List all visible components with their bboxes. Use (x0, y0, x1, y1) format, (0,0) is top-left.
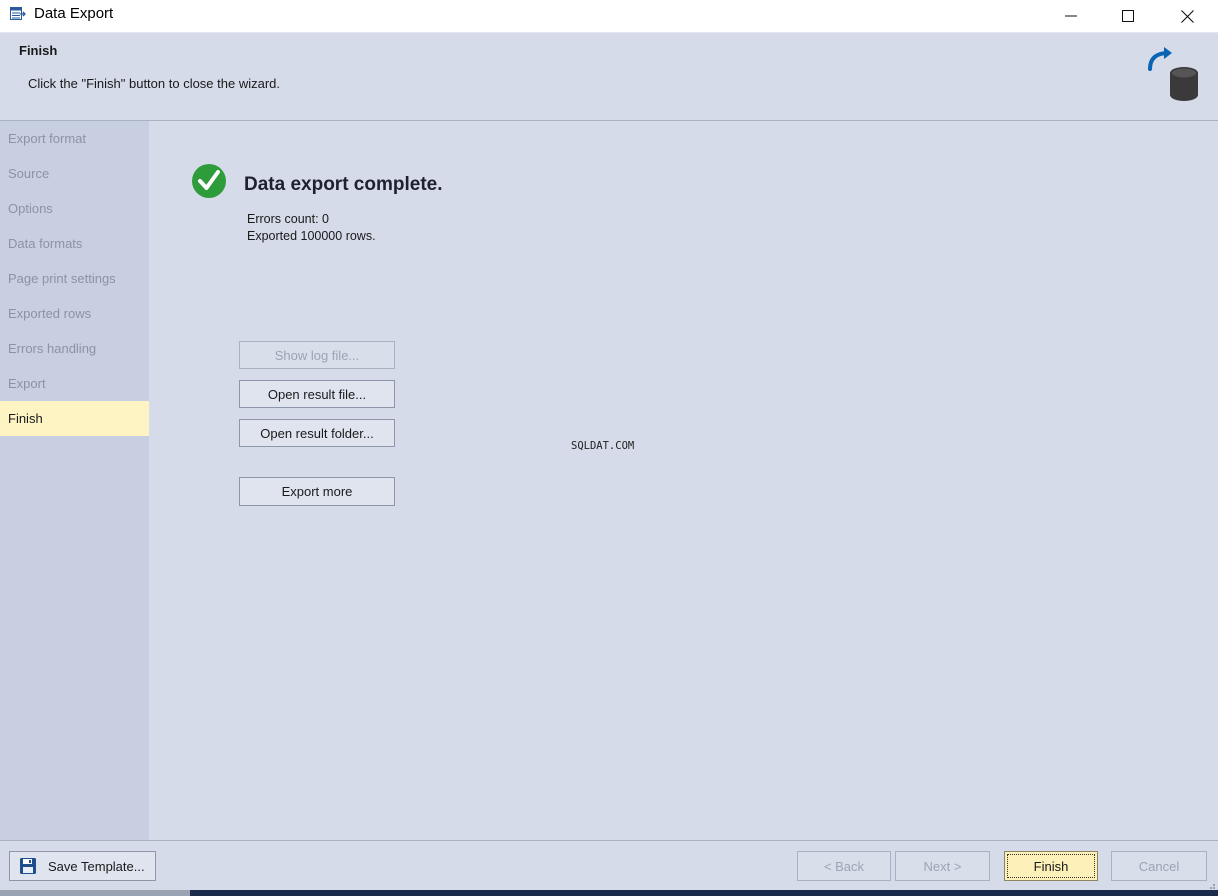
taskbar-strip (0, 890, 1218, 896)
sidebar-item-data-formats[interactable]: Data formats (0, 226, 149, 261)
sidebar-item-export-format[interactable]: Export format (0, 121, 149, 156)
export-more-button[interactable]: Export more (239, 477, 395, 506)
sidebar-item-page-print-settings[interactable]: Page print settings (0, 261, 149, 296)
open-result-file-button[interactable]: Open result file... (239, 380, 395, 408)
wizard-steps-sidebar: Export format Source Options Data format… (0, 121, 149, 840)
maximize-button[interactable] (1099, 0, 1157, 32)
wizard-header: Finish Click the "Finish" button to clos… (0, 33, 1218, 121)
minimize-icon (1065, 15, 1077, 17)
cancel-button[interactable]: Cancel (1111, 851, 1207, 881)
close-icon (1180, 9, 1194, 23)
success-check-icon (192, 164, 226, 198)
export-database-icon (1148, 47, 1198, 101)
completion-title: Data export complete. (244, 174, 443, 195)
data-export-app-icon (10, 7, 26, 20)
close-window-button[interactable] (1158, 0, 1216, 32)
sidebar-item-source[interactable]: Source (0, 156, 149, 191)
sidebar-item-exported-rows[interactable]: Exported rows (0, 296, 149, 331)
maximize-icon (1122, 10, 1134, 22)
show-log-file-button[interactable]: Show log file... (239, 341, 395, 369)
finish-button[interactable]: Finish (1004, 851, 1098, 881)
step-description: Click the "Finish" button to close the w… (28, 76, 281, 91)
sidebar-item-export[interactable]: Export (0, 366, 149, 401)
window-title: Data Export (34, 5, 114, 22)
sidebar-item-finish[interactable]: Finish (0, 401, 149, 436)
resize-grip-icon[interactable] (1206, 880, 1216, 890)
save-floppy-icon (20, 858, 36, 874)
step-title: Finish (19, 43, 58, 58)
title-bar: Data Export (0, 0, 1218, 33)
sidebar-item-options[interactable]: Options (0, 191, 149, 226)
next-button[interactable]: Next > (895, 851, 990, 881)
back-button[interactable]: < Back (797, 851, 891, 881)
sidebar-item-errors-handling[interactable]: Errors handling (0, 331, 149, 366)
save-template-label: Save Template... (48, 858, 145, 874)
minimize-button[interactable] (1042, 0, 1100, 32)
errors-count-text: Errors count: 0 (247, 212, 329, 226)
open-result-folder-button[interactable]: Open result folder... (239, 419, 395, 447)
exported-rows-text: Exported 100000 rows. (247, 229, 376, 243)
save-template-button[interactable]: Save Template... (9, 851, 156, 881)
taskbar-segment (0, 890, 190, 896)
watermark-text: SQLDAT.COM (571, 440, 635, 452)
